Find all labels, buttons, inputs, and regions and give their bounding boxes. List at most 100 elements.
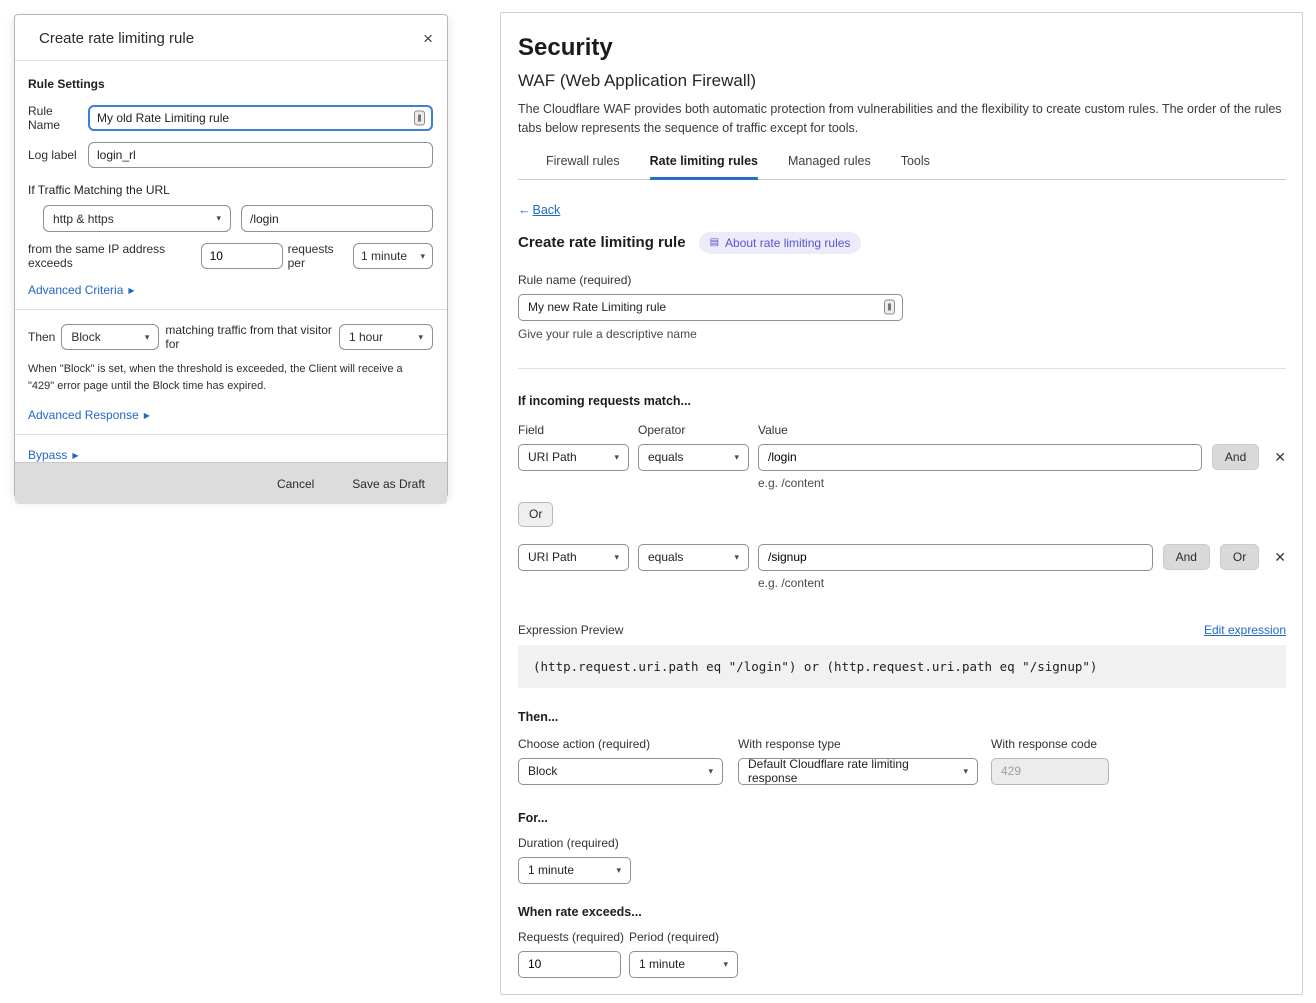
rule-name-helper: Give your rule a descriptive name (518, 327, 1286, 341)
response-code-input (991, 758, 1109, 785)
then-row: Choose action (required) Block ▾ With re… (518, 737, 1286, 785)
period-select[interactable]: 1 minute ▾ (629, 951, 738, 978)
rule-name-input[interactable] (518, 294, 903, 321)
back-arrow-icon: ← (518, 203, 531, 217)
response-code-column: With response code (991, 737, 1109, 785)
chevron-down-icon: ▾ (963, 766, 968, 777)
save-as-draft-button[interactable]: Save as Draft (352, 477, 425, 491)
value-hint: e.g. /content (758, 576, 1286, 590)
operator-select-value: equals (648, 550, 683, 564)
or-button[interactable]: Or (518, 502, 553, 527)
period-select-value: 1 minute (361, 249, 407, 263)
autofill-icon[interactable] (414, 111, 425, 126)
bypass-link[interactable]: Bypass ▶ (28, 448, 433, 462)
chevron-down-icon: ▾ (734, 552, 739, 563)
advanced-criteria-link[interactable]: Advanced Criteria ▶ (28, 283, 433, 297)
period-select[interactable]: 1 minute ▾ (353, 243, 433, 269)
rule-name-input[interactable] (88, 105, 433, 131)
divider (15, 434, 447, 435)
page-title: Security (518, 34, 1286, 62)
then-section-title: Then... (518, 710, 1286, 724)
traffic-match-row: http & https ▾ (43, 205, 433, 232)
log-label-label: Log label (28, 148, 88, 162)
form-title-row: Create rate limiting rule ▤ About rate l… (518, 232, 1286, 254)
field-select[interactable]: URI Path ▾ (518, 444, 629, 471)
response-type-select[interactable]: Default Cloudflare rate limiting respons… (738, 758, 978, 785)
requests-input[interactable] (518, 951, 621, 978)
tab-rate-limiting-rules[interactable]: Rate limiting rules (650, 154, 758, 180)
advanced-response-link[interactable]: Advanced Response ▶ (28, 408, 433, 422)
duration-select[interactable]: 1 minute ▾ (518, 857, 631, 884)
action-select[interactable]: Block ▾ (518, 758, 723, 785)
value-column-label: Value (758, 423, 1286, 437)
duration-label: Duration (required) (518, 836, 1286, 850)
edit-expression-link[interactable]: Edit expression (1204, 623, 1286, 637)
block-duration-select[interactable]: 1 hour ▾ (339, 324, 433, 350)
expression-preview-label: Expression Preview (518, 623, 623, 637)
log-label-input-wrap (88, 142, 433, 168)
period-label: Period (required) (629, 930, 738, 944)
period-column: Period (required) 1 minute ▾ (629, 930, 738, 978)
field-select-value: URI Path (528, 450, 577, 464)
response-type-value: Default Cloudflare rate limiting respons… (748, 757, 957, 785)
rule-name-input-wrap (88, 105, 433, 131)
action-select-value: Block (528, 764, 557, 778)
rule-name-label: Rule Name (28, 104, 88, 132)
modal-body: Rule Settings Rule Name Log label If Tra… (15, 61, 447, 462)
and-button[interactable]: And (1212, 444, 1259, 470)
tab-firewall-rules[interactable]: Firewall rules (546, 154, 620, 179)
field-select[interactable]: URI Path ▾ (518, 544, 629, 571)
close-icon[interactable]: × (423, 30, 433, 47)
block-note: When "Block" is set, when the threshold … (28, 361, 433, 395)
response-type-column: With response type Default Cloudflare ra… (738, 737, 978, 785)
bypass-label: Bypass (28, 448, 67, 462)
traffic-match-heading: If Traffic Matching the URL (28, 183, 433, 197)
rule-name-label: Rule name (required) (518, 273, 1286, 287)
block-duration-value: 1 hour (349, 330, 383, 344)
chevron-down-icon: ▾ (420, 251, 425, 262)
tab-managed-rules[interactable]: Managed rules (788, 154, 871, 179)
tab-tools[interactable]: Tools (901, 154, 930, 179)
advanced-criteria-label: Advanced Criteria (28, 283, 123, 297)
rule-settings-heading: Rule Settings (28, 77, 433, 91)
remove-condition-icon[interactable]: ✕ (1274, 449, 1286, 466)
remove-condition-icon[interactable]: ✕ (1274, 549, 1286, 566)
scheme-select-value: http & https (53, 212, 114, 226)
chevron-down-icon: ▾ (216, 213, 221, 224)
matching-text: matching traffic from that visitor for (165, 323, 333, 351)
value-input[interactable] (758, 444, 1202, 471)
field-select-value: URI Path (528, 550, 577, 564)
chevron-down-icon: ▾ (614, 452, 619, 463)
back-link[interactable]: ← Back (518, 203, 560, 217)
value-hint: e.g. /content (758, 476, 1286, 490)
duration-select-value: 1 minute (528, 863, 574, 877)
operator-select[interactable]: equals ▾ (638, 544, 749, 571)
rule-name-row: Rule Name (28, 104, 433, 132)
modal-title: Create rate limiting rule (39, 30, 194, 47)
then-row: Then Block ▾ matching traffic from that … (28, 323, 433, 351)
for-section-title: For... (518, 811, 1286, 825)
chevron-down-icon: ▾ (418, 332, 423, 343)
url-input[interactable] (241, 205, 433, 232)
security-waf-panel: Security WAF (Web Application Firewall) … (500, 12, 1303, 995)
scheme-select[interactable]: http & https ▾ (43, 205, 231, 232)
autofill-icon[interactable] (884, 300, 895, 315)
advanced-response-label: Advanced Response (28, 408, 139, 422)
cancel-button[interactable]: Cancel (277, 477, 314, 491)
badge-label: About rate limiting rules (725, 236, 850, 250)
or-wrap: Or (518, 502, 1286, 527)
log-label-input[interactable] (88, 142, 433, 168)
requests-input[interactable] (201, 243, 283, 269)
period-select-value: 1 minute (639, 957, 685, 971)
and-button[interactable]: And (1163, 544, 1210, 570)
or-button[interactable]: Or (1220, 544, 1259, 570)
about-rate-limiting-rules-badge[interactable]: ▤ About rate limiting rules (699, 232, 862, 254)
operator-select-value: equals (648, 450, 683, 464)
action-select[interactable]: Block ▾ (61, 324, 159, 350)
match-row: URI Path ▾ equals ▾ And Or ✕ (518, 544, 1286, 571)
modal-footer: Cancel Save as Draft (15, 462, 447, 504)
operator-select[interactable]: equals ▾ (638, 444, 749, 471)
value-input[interactable] (758, 544, 1153, 571)
divider (15, 309, 447, 310)
expression-header-row: Expression Preview Edit expression (518, 623, 1286, 637)
